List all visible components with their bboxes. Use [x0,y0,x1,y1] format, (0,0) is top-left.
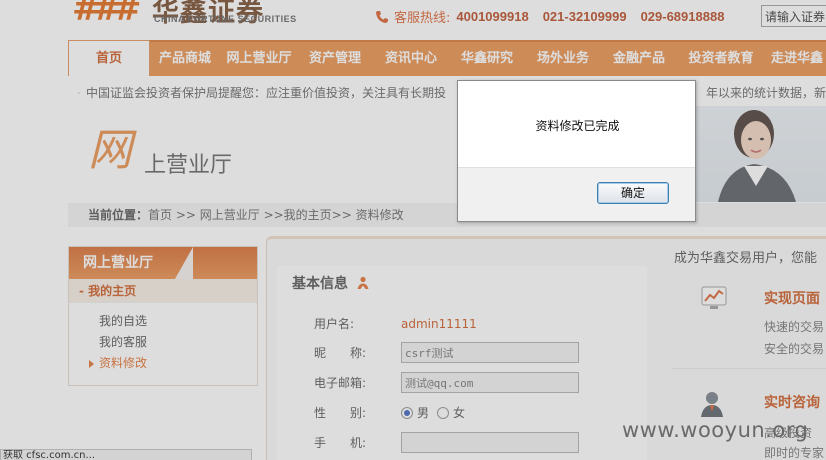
dialog-footer: 确定 [458,167,695,221]
modal-overlay [0,0,826,460]
ok-button[interactable]: 确定 [597,182,669,204]
alert-dialog: 资料修改已完成 确定 [457,80,696,222]
dialog-message: 资料修改已完成 [535,119,620,133]
